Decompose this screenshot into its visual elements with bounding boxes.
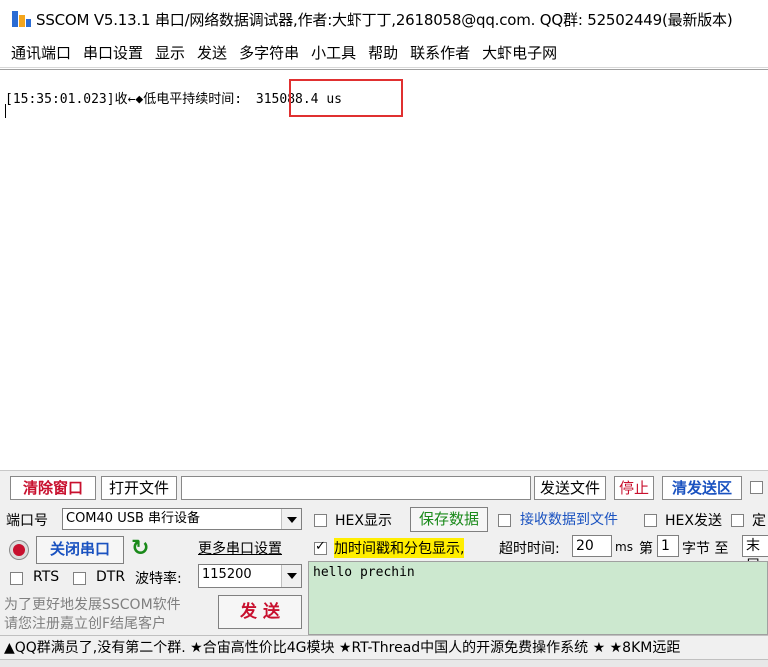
menu-daxia-website[interactable]: 大虾电子网 [481, 40, 558, 65]
send-text: hello prechin [313, 565, 415, 580]
menu-help[interactable]: 帮助 [367, 40, 399, 65]
dtr-checkbox[interactable] [73, 572, 86, 585]
timeout-unit: ms [615, 540, 633, 554]
nth-label: 第 [639, 541, 653, 557]
add-timestamp-checkbox[interactable] [314, 539, 327, 555]
promo-line-2[interactable]: 请您注册嘉立创F结尾客户 [4, 613, 166, 633]
send-button[interactable]: 发 送 [218, 595, 302, 629]
timed-send-label: 定 [752, 513, 766, 529]
hex-send-checkbox[interactable] [644, 514, 657, 527]
open-file-button[interactable]: 打开文件 [101, 476, 177, 500]
baud-select[interactable]: 115200 [198, 564, 302, 588]
highlight-box [289, 79, 403, 117]
dtr-label: DTR [96, 569, 126, 585]
nth-input[interactable]: 1 [657, 535, 679, 557]
hex-display-label: HEX显示 [335, 513, 392, 529]
byte-to-label: 字节 至 [682, 541, 729, 557]
rts-label: RTS [33, 569, 60, 585]
timed-send-checkbox[interactable] [731, 514, 744, 527]
hex-send-label: HEX发送 [665, 513, 722, 529]
receive-area[interactable]: [15:35:01.023]收←◆低电平持续时间: 315088.4 us [0, 69, 768, 469]
more-settings-link[interactable]: 更多串口设置 [198, 538, 282, 558]
window-title: SSCOM V5.13.1 串口/网络数据调试器,作者:大虾丁丁,2618058… [36, 10, 733, 29]
timeout-label: 超时时间: [499, 541, 560, 557]
receive-direction: 收←◆ [114, 92, 144, 107]
stop-button[interactable]: 停止 [614, 476, 654, 500]
close-port-button[interactable]: 关闭串口 [36, 536, 124, 564]
menu-contact-author[interactable]: 联系作者 [409, 40, 471, 65]
add-timestamp-label: 加时间戳和分包显示, [334, 538, 465, 558]
text-caret [5, 104, 6, 118]
rts-checkbox[interactable] [10, 572, 23, 585]
receive-timestamp: [15:35:01.023] [5, 92, 115, 107]
sscom-bar-icon [10, 8, 32, 30]
recv-to-file-label: 接收数据到文件 [520, 512, 618, 528]
refresh-icon[interactable]: ↻ [131, 536, 149, 561]
menu-tools[interactable]: 小工具 [310, 40, 357, 65]
port-select[interactable]: COM40 USB 串行设备 [62, 508, 302, 530]
clear-send-button[interactable]: 清发送区 [662, 476, 742, 500]
menu-comm-port[interactable]: 通讯端口 [10, 40, 72, 65]
port-status-icon [10, 541, 28, 559]
file-path-input[interactable] [181, 476, 531, 500]
menu-bar: 通讯端口 串口设置 显示 发送 多字符串 小工具 帮助 联系作者 大虾电子网 [0, 38, 768, 68]
menu-display[interactable]: 显示 [154, 40, 186, 65]
news-ticker[interactable]: ▲QQ群满员了,没有第二个群. ★合宙高性价比4G模块 ★RT-Thread中国… [0, 635, 768, 659]
promo-line-1[interactable]: 为了更好地发展SSCOM软件 [4, 594, 181, 614]
menu-send[interactable]: 发送 [196, 40, 228, 65]
send-text-area[interactable]: hello prechin [308, 561, 768, 635]
send-file-button[interactable]: 发送文件 [534, 476, 606, 500]
save-data-button[interactable]: 保存数据 [410, 507, 488, 532]
port-label: 端口号 [6, 513, 48, 529]
recv-to-file-checkbox[interactable] [498, 514, 511, 527]
menu-multi-string[interactable]: 多字符串 [238, 40, 300, 65]
hex-display-checkbox[interactable] [314, 514, 327, 527]
toolbar-checkbox[interactable] [750, 481, 763, 494]
menu-serial-settings[interactable]: 串口设置 [82, 40, 144, 65]
toolbar: 清除窗口 打开文件 发送文件 停止 清发送区 [0, 470, 768, 506]
timeout-input[interactable]: 20 [572, 535, 612, 557]
receive-label: 低电平持续时间: [143, 92, 243, 107]
end-select[interactable]: 末尾 [742, 535, 768, 574]
chevron-down-icon [281, 509, 301, 529]
chevron-down-icon [281, 565, 301, 587]
clear-window-button[interactable]: 清除窗口 [10, 476, 96, 500]
baud-label: 波特率: [135, 571, 182, 587]
status-bar [0, 659, 768, 667]
control-panel: 端口号 COM40 USB 串行设备 HEX显示 保存数据 接收数据到文件 HE… [0, 506, 768, 635]
title-bar: SSCOM V5.13.1 串口/网络数据调试器,作者:大虾丁丁,2618058… [0, 0, 768, 38]
